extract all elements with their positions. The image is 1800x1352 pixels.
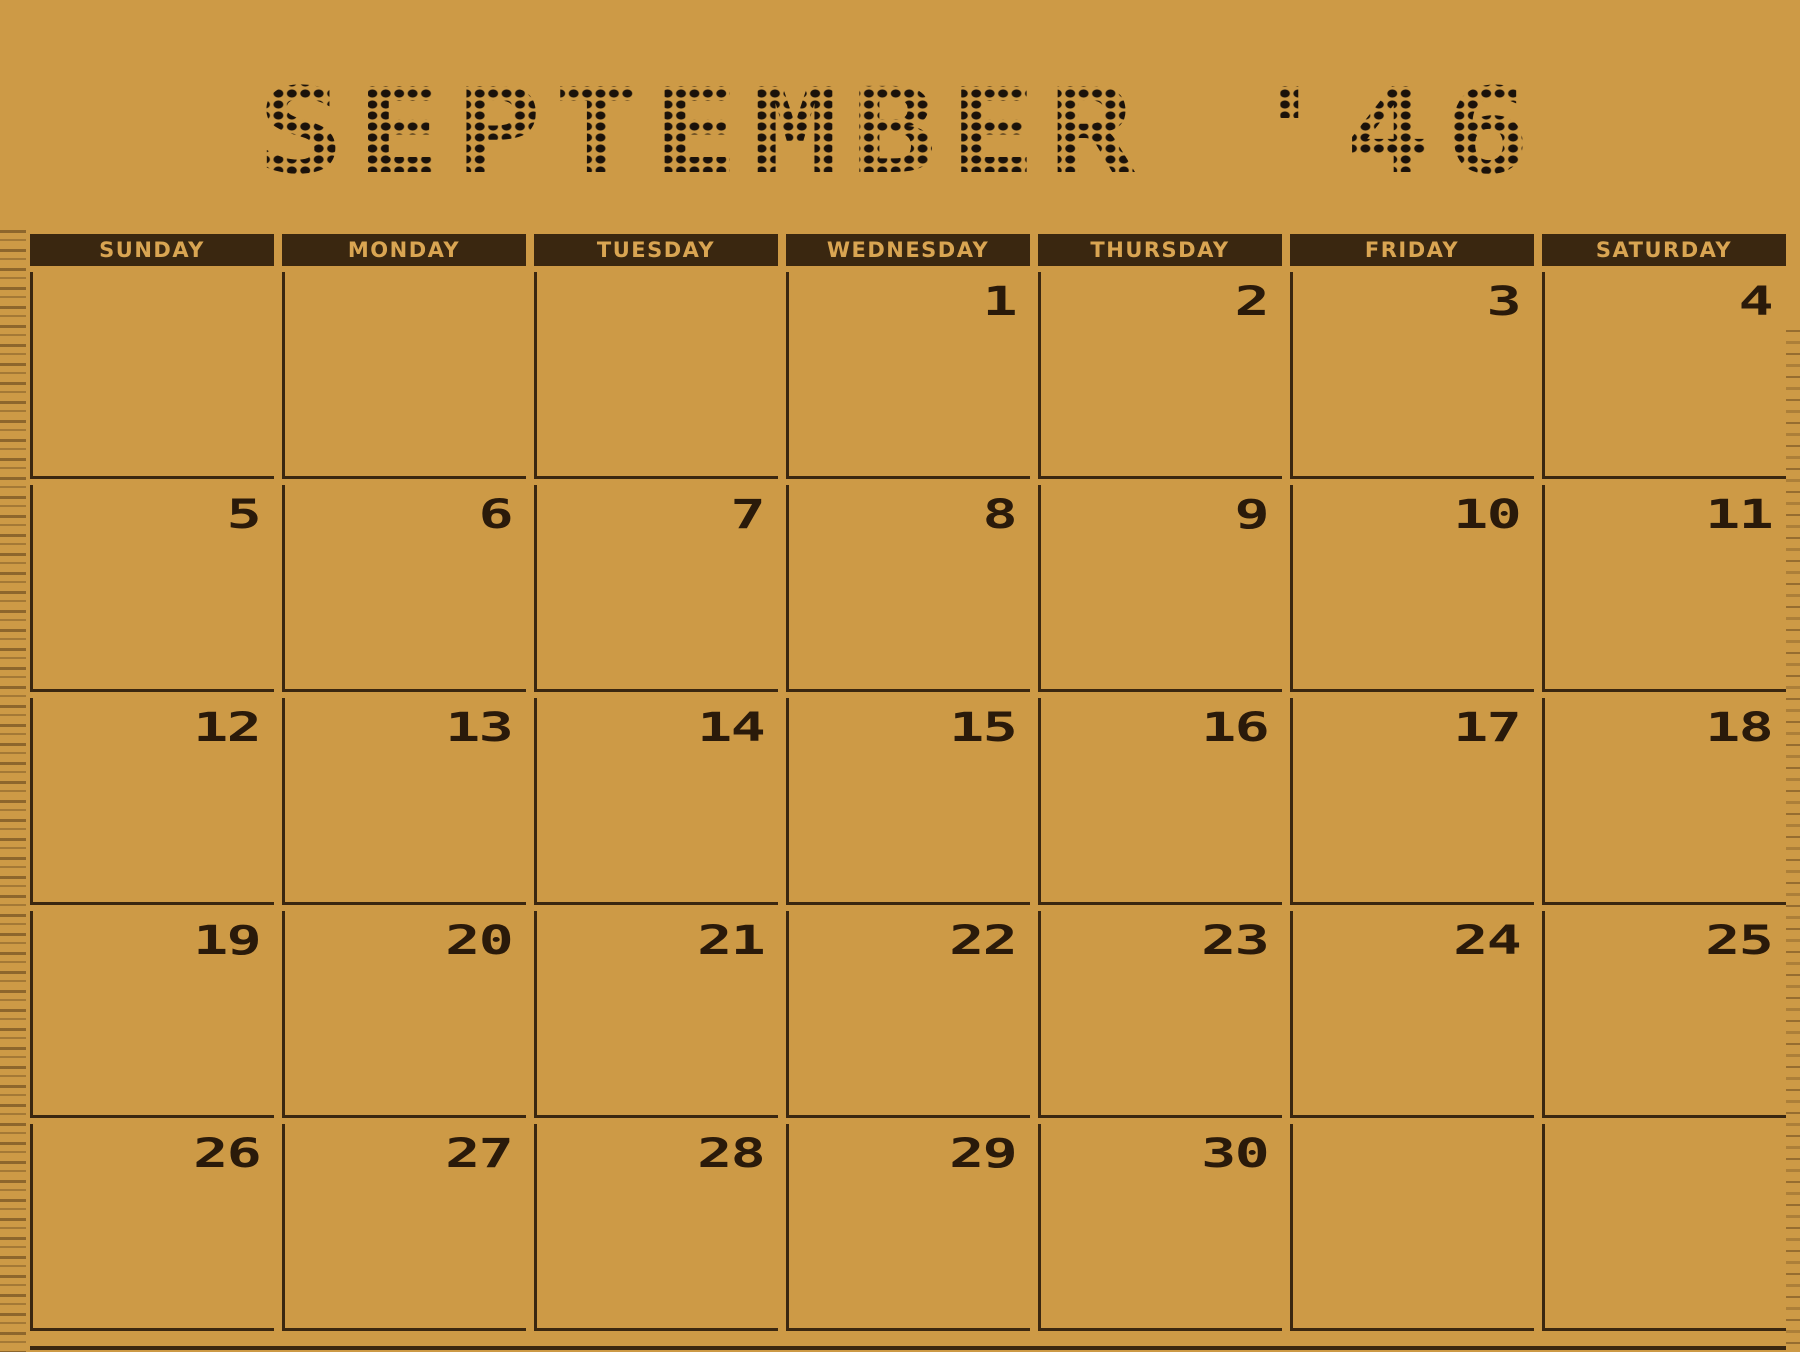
day-number: 16 xyxy=(1201,705,1269,751)
day-cell: 17 xyxy=(1290,698,1534,905)
weekday-friday: FRIDAY xyxy=(1290,234,1534,266)
day-cell: 25 xyxy=(1542,911,1786,1118)
day-cell: 30 xyxy=(1038,1124,1282,1331)
day-number: 7 xyxy=(730,492,766,538)
day-cell xyxy=(282,272,526,479)
day-number: 25 xyxy=(1705,918,1773,964)
day-number: 14 xyxy=(697,705,765,751)
day-cell: 20 xyxy=(282,911,526,1118)
day-cell: 11 xyxy=(1542,485,1786,692)
day-cell: 19 xyxy=(30,911,274,1118)
day-number: 13 xyxy=(445,705,513,751)
day-number: 23 xyxy=(1201,918,1269,964)
day-cell: 15 xyxy=(786,698,1030,905)
day-cell: 22 xyxy=(786,911,1030,1118)
day-cell: 18 xyxy=(1542,698,1786,905)
day-cell: 3 xyxy=(1290,272,1534,479)
day-cell: 21 xyxy=(534,911,778,1118)
day-number: 10 xyxy=(1453,492,1521,538)
day-cell: 6 xyxy=(282,485,526,692)
day-number: 24 xyxy=(1453,918,1521,964)
day-cell xyxy=(534,272,778,479)
day-cell: 27 xyxy=(282,1124,526,1331)
day-cell: 2 xyxy=(1038,272,1282,479)
day-cell: 29 xyxy=(786,1124,1030,1331)
day-number: 17 xyxy=(1453,705,1521,751)
weekday-thursday: THURSDAY xyxy=(1038,234,1282,266)
weekday-monday: MONDAY xyxy=(282,234,526,266)
day-cell: 14 xyxy=(534,698,778,905)
day-cell: 9 xyxy=(1038,485,1282,692)
day-number: 30 xyxy=(1201,1131,1269,1177)
day-number: 20 xyxy=(445,918,513,964)
weekday-header-row: SUNDAY MONDAY TUESDAY WEDNESDAY THURSDAY… xyxy=(30,234,1786,266)
day-cell: 13 xyxy=(282,698,526,905)
day-number: 29 xyxy=(949,1131,1017,1177)
weathered-left-edge xyxy=(0,230,26,1352)
day-number: 28 xyxy=(697,1131,765,1177)
day-cell: 16 xyxy=(1038,698,1282,905)
day-cell: 26 xyxy=(30,1124,274,1331)
day-number: 8 xyxy=(982,492,1018,538)
day-cell: 1 xyxy=(786,272,1030,479)
weathered-right-edge xyxy=(1786,330,1800,1352)
day-cell: 10 xyxy=(1290,485,1534,692)
day-number: 3 xyxy=(1486,279,1522,325)
day-number: 9 xyxy=(1234,492,1270,538)
bottom-rule xyxy=(30,1346,1786,1350)
weekday-tuesday: TUESDAY xyxy=(534,234,778,266)
day-number: 2 xyxy=(1234,279,1270,325)
weekday-wednesday: WEDNESDAY xyxy=(786,234,1030,266)
day-cell: 23 xyxy=(1038,911,1282,1118)
day-cell: 7 xyxy=(534,485,778,692)
day-cell: 4 xyxy=(1542,272,1786,479)
day-number: 22 xyxy=(949,918,1017,964)
day-cell xyxy=(1290,1124,1534,1331)
day-number: 12 xyxy=(193,705,261,751)
calendar-grid: 1 2 3 4 5 6 7 8 9 10 11 12 13 14 15 16 1… xyxy=(30,272,1786,1331)
weekday-sunday: SUNDAY xyxy=(30,234,274,266)
day-number: 27 xyxy=(445,1131,513,1177)
day-cell: 12 xyxy=(30,698,274,905)
day-number: 26 xyxy=(193,1131,261,1177)
calendar-title: SEPTEMBER '46 xyxy=(257,62,1543,200)
day-cell: 28 xyxy=(534,1124,778,1331)
day-number: 4 xyxy=(1738,279,1774,325)
day-number: 15 xyxy=(949,705,1017,751)
day-number: 1 xyxy=(982,279,1018,325)
day-cell: 5 xyxy=(30,485,274,692)
day-cell: 8 xyxy=(786,485,1030,692)
day-number: 6 xyxy=(478,492,514,538)
day-number: 19 xyxy=(193,918,261,964)
day-number: 18 xyxy=(1705,705,1773,751)
day-number: 5 xyxy=(226,492,262,538)
day-cell xyxy=(30,272,274,479)
weekday-saturday: SATURDAY xyxy=(1542,234,1786,266)
day-number: 21 xyxy=(697,918,765,964)
day-cell xyxy=(1542,1124,1786,1331)
day-number: 11 xyxy=(1705,492,1773,538)
day-cell: 24 xyxy=(1290,911,1534,1118)
